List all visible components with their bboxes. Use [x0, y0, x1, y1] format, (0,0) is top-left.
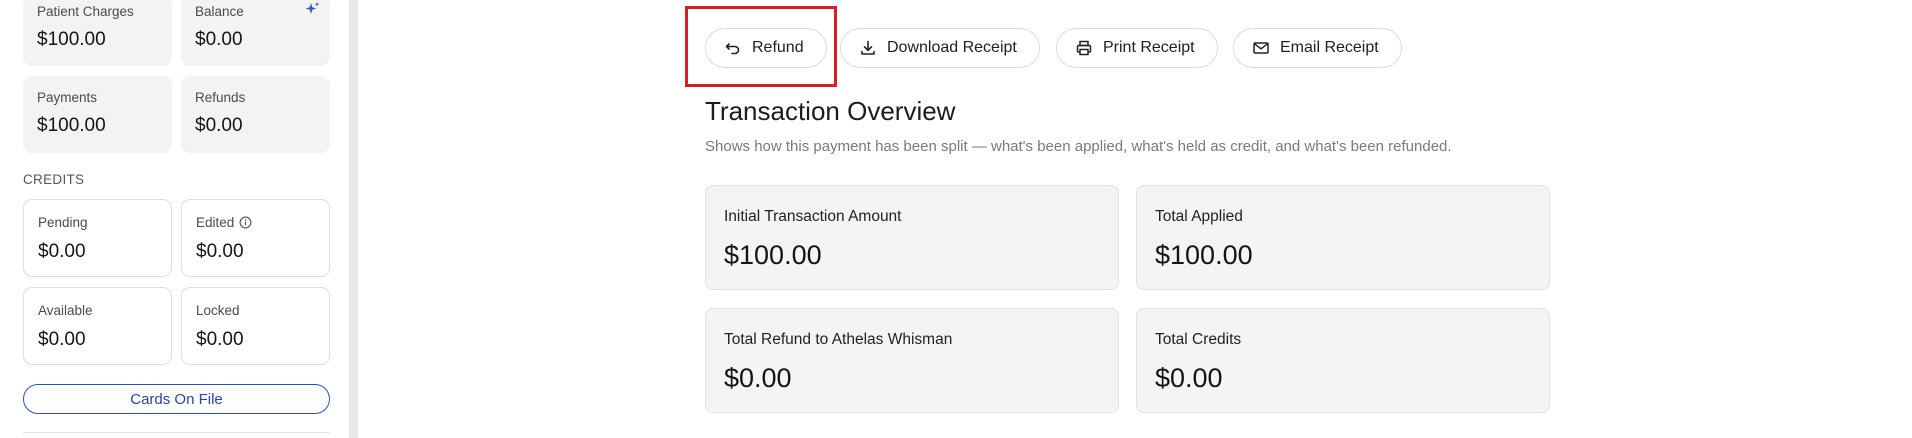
payments-card: Payments $100.00 [23, 76, 172, 153]
patient-charges-card: Patient Charges $100.00 [23, 0, 172, 66]
edited-label-row: Edited [196, 215, 252, 230]
overview-title: Transaction Overview [705, 96, 956, 126]
printer-icon [1076, 40, 1092, 56]
refunds-label: Refunds [195, 90, 246, 105]
initial-amount-card: Initial Transaction Amount $100.00 [705, 185, 1119, 290]
total-credits-label: Total Credits [1155, 331, 1242, 348]
pending-label: Pending [38, 215, 88, 230]
refunds-value: $0.00 [195, 115, 243, 136]
balance-label: Balance [195, 4, 244, 19]
panel-divider [357, 0, 358, 438]
edited-label: Edited [196, 215, 235, 230]
print-receipt-button[interactable]: Print Receipt [1056, 28, 1218, 68]
edited-value: $0.00 [196, 241, 244, 262]
balance-value: $0.00 [195, 29, 243, 50]
edited-credit-card: Edited $0.00 [181, 199, 330, 277]
email-receipt-button[interactable]: Email Receipt [1233, 28, 1402, 68]
total-credits-card: Total Credits $0.00 [1136, 308, 1550, 413]
locked-credit-card: Locked $0.00 [181, 287, 330, 365]
available-value: $0.00 [38, 329, 86, 350]
mail-icon [1253, 42, 1269, 54]
available-label: Available [38, 303, 93, 318]
pending-credit-card: Pending $0.00 [23, 199, 172, 277]
refunds-card: Refunds $0.00 [181, 76, 330, 153]
sidebar-divider [23, 432, 330, 433]
sidebar-scrollbar[interactable] [349, 0, 357, 438]
available-credit-card: Available $0.00 [23, 287, 172, 365]
credits-section-label: CREDITS [23, 172, 85, 187]
initial-amount-label: Initial Transaction Amount [724, 208, 902, 225]
download-receipt-label: Download Receipt [887, 39, 1017, 56]
pending-value: $0.00 [38, 241, 86, 262]
total-refund-label: Total Refund to Athelas Whisman [724, 331, 953, 348]
summary-sidebar: Patient Charges $100.00 Balance $0.00 Pa… [0, 0, 350, 438]
sparkle-icon[interactable] [304, 1, 320, 17]
total-refund-value: $0.00 [724, 363, 792, 393]
info-icon[interactable] [239, 216, 252, 229]
total-applied-value: $100.00 [1155, 240, 1253, 270]
patient-charges-label: Patient Charges [37, 4, 134, 19]
total-applied-card: Total Applied $100.00 [1136, 185, 1550, 290]
cards-on-file-button[interactable]: Cards On File [23, 384, 330, 414]
initial-amount-value: $100.00 [724, 240, 822, 270]
overview-subtitle: Shows how this payment has been split — … [705, 138, 1452, 155]
total-credits-value: $0.00 [1155, 363, 1223, 393]
balance-card: Balance $0.00 [181, 0, 330, 66]
email-receipt-label: Email Receipt [1280, 39, 1379, 56]
download-receipt-button[interactable]: Download Receipt [840, 28, 1040, 68]
download-icon [861, 40, 875, 55]
print-receipt-label: Print Receipt [1103, 39, 1195, 56]
total-applied-label: Total Applied [1155, 208, 1243, 225]
locked-value: $0.00 [196, 329, 244, 350]
payments-label: Payments [37, 90, 98, 105]
total-refund-card: Total Refund to Athelas Whisman $0.00 [705, 308, 1119, 413]
payments-value: $100.00 [37, 115, 106, 136]
patient-charges-value: $100.00 [37, 29, 106, 50]
locked-label: Locked [196, 303, 240, 318]
refund-highlight-box [685, 6, 837, 87]
